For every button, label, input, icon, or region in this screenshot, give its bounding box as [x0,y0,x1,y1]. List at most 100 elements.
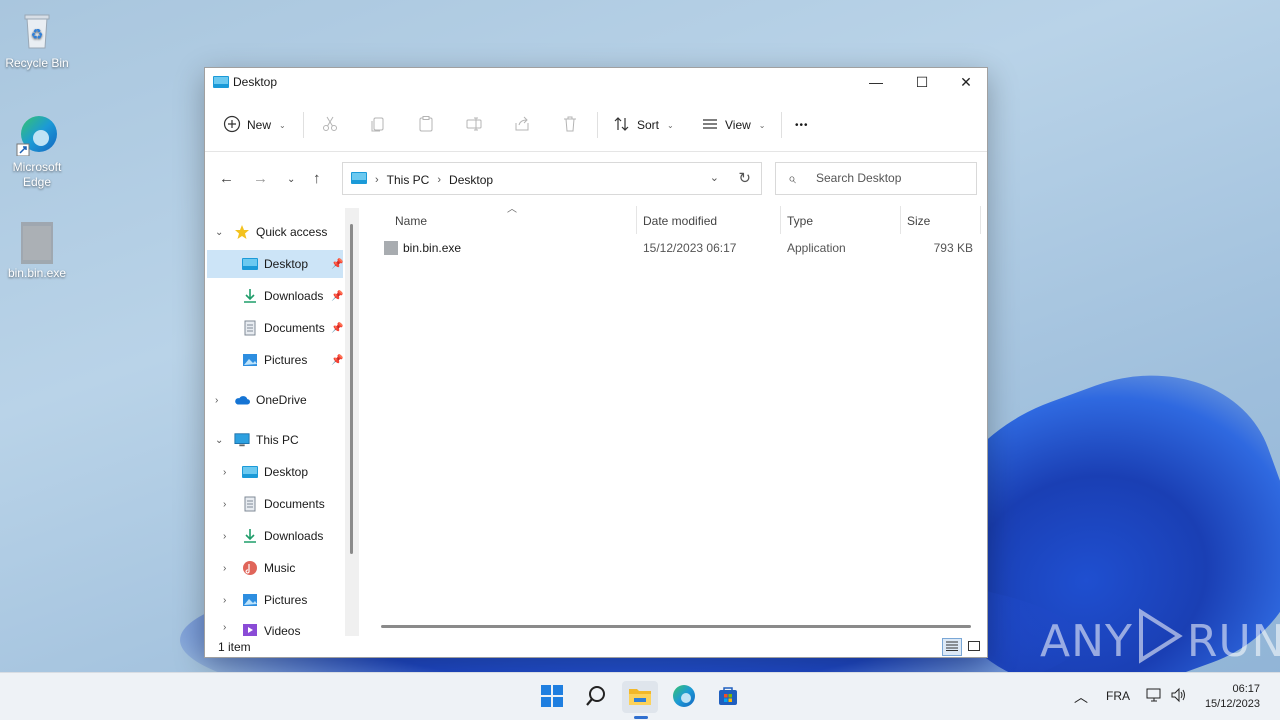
breadcrumb-this-pc[interactable]: This PC [387,173,430,187]
search-input[interactable] [816,171,966,185]
taskbar: ︿ FRA 06:17 15/12/2023 [0,672,1280,720]
back-arrow-icon[interactable]: ← [219,170,234,187]
nav-item-pc-downloads[interactable]: › Downloads [205,522,345,550]
expand-chevron-icon[interactable]: › [223,622,226,633]
nav-item-pc-desktop[interactable]: › Desktop [205,458,345,486]
column-divider[interactable] [900,206,901,234]
cut-icon [321,115,339,136]
nav-scrollbar[interactable] [345,208,359,636]
more-options-button[interactable]: ••• [795,110,809,140]
explorer-body: ⌄ Quick access Desktop 📌 Downloads 📌 Doc… [205,204,987,636]
new-button[interactable]: New ⌄ [223,110,286,140]
refresh-icon[interactable]: ↻ [738,169,751,187]
details-view-button[interactable] [942,638,962,656]
start-button[interactable] [534,681,570,713]
delete-button[interactable] [561,110,579,140]
scrollbar-thumb[interactable] [350,224,353,554]
file-date: 15/12/2023 06:17 [643,241,737,255]
breadcrumb-chevron-icon: › [375,173,379,186]
view-label: View [725,118,751,132]
rename-button[interactable] [465,110,483,140]
file-explorer-window[interactable]: Desktop — ☐ ✕ New ⌄ Sort ⌄ View ⌄ ••• ← … [204,67,988,658]
copy-button[interactable] [369,110,387,140]
breadcrumb-desktop[interactable]: Desktop [449,173,493,187]
expand-chevron-icon[interactable]: › [215,395,218,406]
sort-icon [613,115,631,136]
file-explorer-taskbar-button[interactable] [622,681,658,713]
chevron-down-icon: ⌄ [667,120,674,130]
desktop-folder-icon [242,464,258,480]
column-header-type[interactable]: Type [787,214,813,228]
store-taskbar-button[interactable] [710,681,746,713]
recycle-bin-icon: ♻ [15,8,59,52]
nav-item-label: Pictures [264,593,308,607]
nav-item-qa-downloads[interactable]: Downloads 📌 [205,282,345,310]
pin-icon: 📌 [331,290,344,302]
sort-button[interactable]: Sort ⌄ [613,110,674,140]
nav-item-pc-pictures[interactable]: › Pictures [205,586,345,614]
volume-icon[interactable] [1170,687,1188,706]
nav-item-qa-desktop[interactable]: Desktop 📌 [207,250,343,278]
expand-chevron-icon[interactable]: › [223,563,226,574]
up-arrow-icon[interactable]: ↑ [313,170,321,187]
recent-locations-chevron-icon[interactable]: ⌄ [287,174,295,185]
column-divider[interactable] [980,206,981,234]
minimize-button[interactable]: — [853,68,899,96]
nav-item-quick-access[interactable]: ⌄ Quick access [205,218,345,246]
view-button[interactable]: View ⌄ [701,110,766,140]
search-box[interactable]: ⌕ [775,162,977,195]
expand-chevron-icon[interactable]: › [223,531,226,542]
expand-chevron-icon[interactable]: › [223,595,226,606]
network-icon[interactable] [1146,687,1162,706]
expand-chevron-icon[interactable]: › [223,499,226,510]
column-divider[interactable] [636,206,637,234]
search-taskbar-button[interactable] [578,681,614,713]
maximize-button[interactable]: ☐ [899,68,945,96]
close-button[interactable]: ✕ [943,68,989,96]
maximize-icon: ☐ [915,73,929,90]
chevron-down-icon: ⌄ [279,120,286,130]
expand-chevron-icon[interactable]: › [223,467,226,478]
show-hidden-icons-chevron-icon[interactable]: ︿ [1074,687,1088,707]
nav-item-onedrive[interactable]: › OneDrive [205,386,345,414]
column-divider[interactable] [780,206,781,234]
edge-taskbar-button[interactable] [666,681,702,713]
file-list: ︿ Name Date modified Type Size bin.bin.e… [361,204,987,636]
language-indicator[interactable]: FRA [1106,689,1130,703]
nav-item-this-pc[interactable]: ⌄ This PC [205,426,345,454]
nav-item-pc-documents[interactable]: › Documents [205,490,345,518]
copy-icon [369,115,387,136]
forward-arrow-icon[interactable]: → [253,170,268,187]
column-header-date[interactable]: Date modified [643,214,717,228]
desktop-icon-recycle-bin[interactable]: ♻ Recycle Bin [0,8,74,71]
address-bar[interactable]: › This PC › Desktop ⌄ ↻ [342,162,762,195]
large-icons-view-button[interactable] [964,638,984,656]
horizontal-scrollbar[interactable] [381,625,971,628]
nav-item-qa-documents[interactable]: Documents 📌 [205,314,345,342]
nav-item-qa-pictures[interactable]: Pictures 📌 [205,346,345,374]
nav-item-pc-videos[interactable]: › Videos [205,618,345,636]
pin-icon: 📌 [331,322,344,334]
column-header-name[interactable]: Name [395,214,427,228]
paste-button[interactable] [417,110,435,140]
expand-chevron-icon[interactable]: ⌄ [215,435,223,446]
nav-item-pc-music[interactable]: › Music [205,554,345,582]
window-title: Desktop [233,75,278,89]
column-header-size[interactable]: Size [907,214,930,228]
title-bar[interactable]: Desktop — ☐ ✕ [205,68,987,96]
file-name: bin.bin.exe [403,241,462,255]
clock[interactable]: 06:17 15/12/2023 [1196,682,1260,712]
desktop-folder-icon [242,256,258,272]
file-row[interactable]: bin.bin.exe 15/12/2023 06:17 Application… [379,236,979,262]
nav-item-label: Downloads [264,529,324,543]
new-label: New [247,118,272,132]
desktop-icon-edge[interactable]: Microsoft Edge [0,112,74,190]
address-dropdown-chevron-icon[interactable]: ⌄ [710,171,719,184]
cut-button[interactable] [321,110,339,140]
desktop-icon-bin-exe[interactable]: bin.bin.exe [0,218,74,281]
edge-icon [672,684,696,711]
expand-chevron-icon[interactable]: ⌄ [215,227,223,238]
desktop-icon-label: Recycle Bin [5,56,69,70]
share-button[interactable] [513,110,531,140]
edge-icon [15,112,59,157]
